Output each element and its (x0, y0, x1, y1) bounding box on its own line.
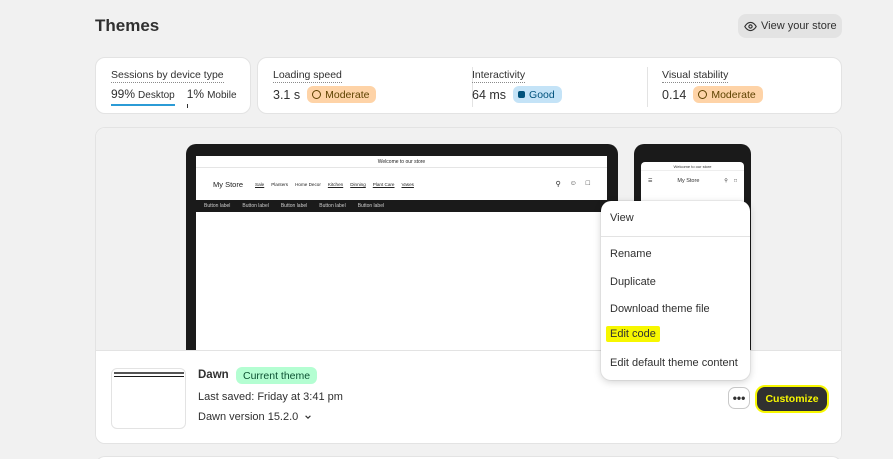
moderate-icon (698, 90, 708, 99)
metric-value: 64 ms (472, 87, 507, 102)
current-theme-badge: Current theme (236, 367, 318, 384)
customize-button[interactable]: Customize (757, 387, 827, 411)
chevron-down-icon (305, 415, 312, 419)
preview-button: Button label (242, 203, 269, 209)
menu-item-download[interactable]: Download theme file (610, 303, 710, 315)
view-store-label: View your store (761, 20, 837, 32)
theme-name: Dawn (198, 369, 229, 381)
theme-version-toggle[interactable]: Dawn version 15.2.0 (198, 411, 312, 423)
metric-label[interactable]: Loading speed (273, 69, 342, 83)
cart-icon: □ (585, 180, 590, 187)
edit-code-label: Edit code (606, 326, 660, 342)
sessions-label[interactable]: Sessions by device type (111, 69, 224, 83)
menu-item-edit-default-content[interactable]: Edit default theme content (610, 357, 738, 369)
badge-label: Good (529, 88, 555, 101)
nav-item: Home Decor (295, 181, 321, 187)
mobile-percent: 1% (186, 87, 205, 101)
theme-thumbnail (111, 368, 186, 429)
search-icon: ⚲ (724, 178, 728, 184)
theme-actions-menu: View Rename Duplicate Download theme fil… (601, 201, 750, 380)
desktop-preview-screen: Welcome to our store My Store Sale Plant… (196, 156, 607, 350)
good-icon (518, 91, 526, 98)
sessions-card: Sessions by device type 99% Desktop 1% M… (95, 57, 251, 114)
metric-label[interactable]: Visual stability (662, 69, 729, 83)
status-badge: Moderate (307, 86, 377, 103)
preview-button: Button label (357, 203, 385, 209)
page-title: Themes (95, 16, 160, 35)
button-strip: Button label Button label Button label B… (196, 200, 607, 212)
metric-value: 3.1 s (273, 87, 301, 102)
phone-header: ☰ My Store ⚲ □ (641, 171, 744, 191)
desktop-preview: Welcome to our store My Store Sale Plant… (186, 144, 618, 350)
thumbnail-bar (114, 372, 184, 374)
badge-label: Moderate (325, 88, 370, 101)
last-saved: Last saved: Friday at 3:41 pm (198, 391, 343, 403)
phone-announcement: Welcome to our store (641, 162, 744, 171)
desktop-label: Desktop (138, 90, 175, 101)
nav-item: Dinning (350, 181, 366, 187)
phone-logo: My Store (677, 178, 700, 184)
menu-item-view[interactable]: View (610, 212, 634, 224)
theme-version: Dawn version 15.2.0 (198, 411, 299, 423)
more-actions-button[interactable]: ••• (728, 387, 750, 409)
menu-item-rename[interactable]: Rename (610, 248, 652, 260)
search-icon: ⚲ (555, 181, 561, 188)
nav-item: Plant Care (372, 181, 395, 187)
metric-loading-speed: Loading speed 3.1 s Moderate (258, 58, 458, 115)
mobile-label: Mobile (207, 90, 237, 101)
status-badge: Good (513, 86, 562, 103)
nav-item: Vases (401, 181, 414, 187)
more-actions-icon: ••• (732, 391, 746, 405)
cart-icon: □ (733, 178, 737, 184)
menu-divider (601, 236, 750, 237)
metric-interactivity: Interactivity 64 ms Good (457, 58, 647, 115)
metric-label[interactable]: Interactivity (472, 69, 526, 83)
badge-label: Moderate (711, 88, 756, 101)
site-header: My Store Sale Planters Home Decor Kitche… (196, 168, 607, 200)
sessions-mobile: 1% Mobile (187, 87, 237, 106)
moderate-icon (312, 90, 322, 99)
menu-item-edit-code[interactable]: Edit code (606, 326, 660, 342)
site-header-icons: ⚲ ☺ □ (555, 180, 590, 188)
desktop-percent: 99% (111, 87, 136, 101)
preview-button: Button label (280, 203, 308, 209)
metric-visual-stability: Visual stability 0.14 Moderate (647, 58, 837, 115)
menu-item-duplicate[interactable]: Duplicate (610, 276, 656, 288)
menu-icon: ☰ (648, 178, 653, 184)
status-badge: Moderate (693, 86, 763, 103)
eye-icon (744, 21, 757, 31)
view-store-button[interactable]: View your store (738, 14, 842, 38)
nav-item: Kitchen (327, 181, 344, 187)
account-icon: ☺ (569, 180, 577, 187)
announcement-bar: Welcome to our store (196, 156, 607, 168)
web-vitals-card: Loading speed 3.1 s Moderate Interactivi… (257, 57, 842, 114)
preview-button: Button label (319, 203, 346, 209)
thumbnail-bar (114, 376, 184, 377)
nav-item: Planters (271, 181, 289, 187)
nav-item: Sale (255, 181, 265, 187)
metric-value: 0.14 (662, 87, 687, 102)
site-logo: My Store (213, 179, 244, 189)
mobile-share-bar (187, 104, 188, 108)
site-nav: Sale Planters Home Decor Kitchen Dinning… (255, 182, 414, 187)
sessions-desktop: 99% Desktop (111, 87, 175, 106)
preview-button: Button label (204, 203, 231, 209)
